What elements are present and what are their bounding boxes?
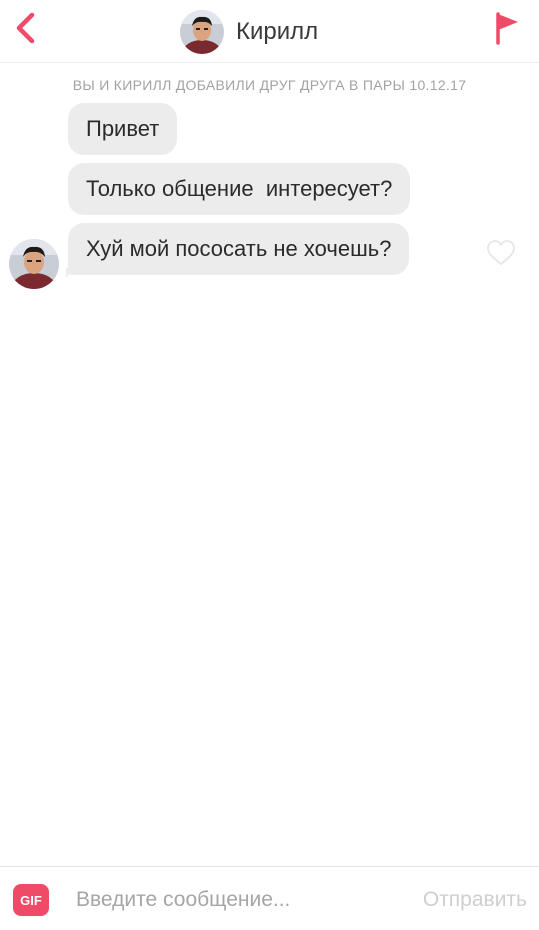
sender-avatar[interactable] bbox=[9, 239, 59, 289]
chevron-left-icon bbox=[13, 10, 37, 51]
bubble-tail bbox=[66, 268, 74, 278]
message-bubble[interactable]: Хуй мой пососать не хочешь? bbox=[68, 223, 410, 275]
send-button[interactable]: Отправить bbox=[423, 888, 527, 912]
message-input[interactable] bbox=[72, 881, 400, 919]
report-button[interactable] bbox=[491, 11, 523, 50]
message-bubble[interactable]: Привет bbox=[68, 103, 178, 155]
back-button[interactable] bbox=[10, 10, 40, 50]
like-message-button[interactable] bbox=[486, 239, 516, 267]
contact-name[interactable]: Кирилл bbox=[236, 18, 318, 46]
chat-header: Кирилл bbox=[0, 0, 539, 63]
heart-outline-icon bbox=[486, 240, 516, 271]
flag-icon bbox=[493, 11, 521, 50]
gif-button[interactable]: GIF bbox=[13, 884, 49, 916]
message-bubble[interactable]: Только общение интересует? bbox=[68, 163, 411, 215]
match-notice: ВЫ И КИРИЛЛ ДОБАВИЛИ ДРУГ ДРУГА В ПАРЫ 1… bbox=[72, 77, 467, 93]
contact-profile-link[interactable]: Кирилл bbox=[180, 10, 318, 54]
avatar[interactable] bbox=[180, 10, 224, 54]
message-composer: GIF Отправить bbox=[0, 866, 539, 930]
